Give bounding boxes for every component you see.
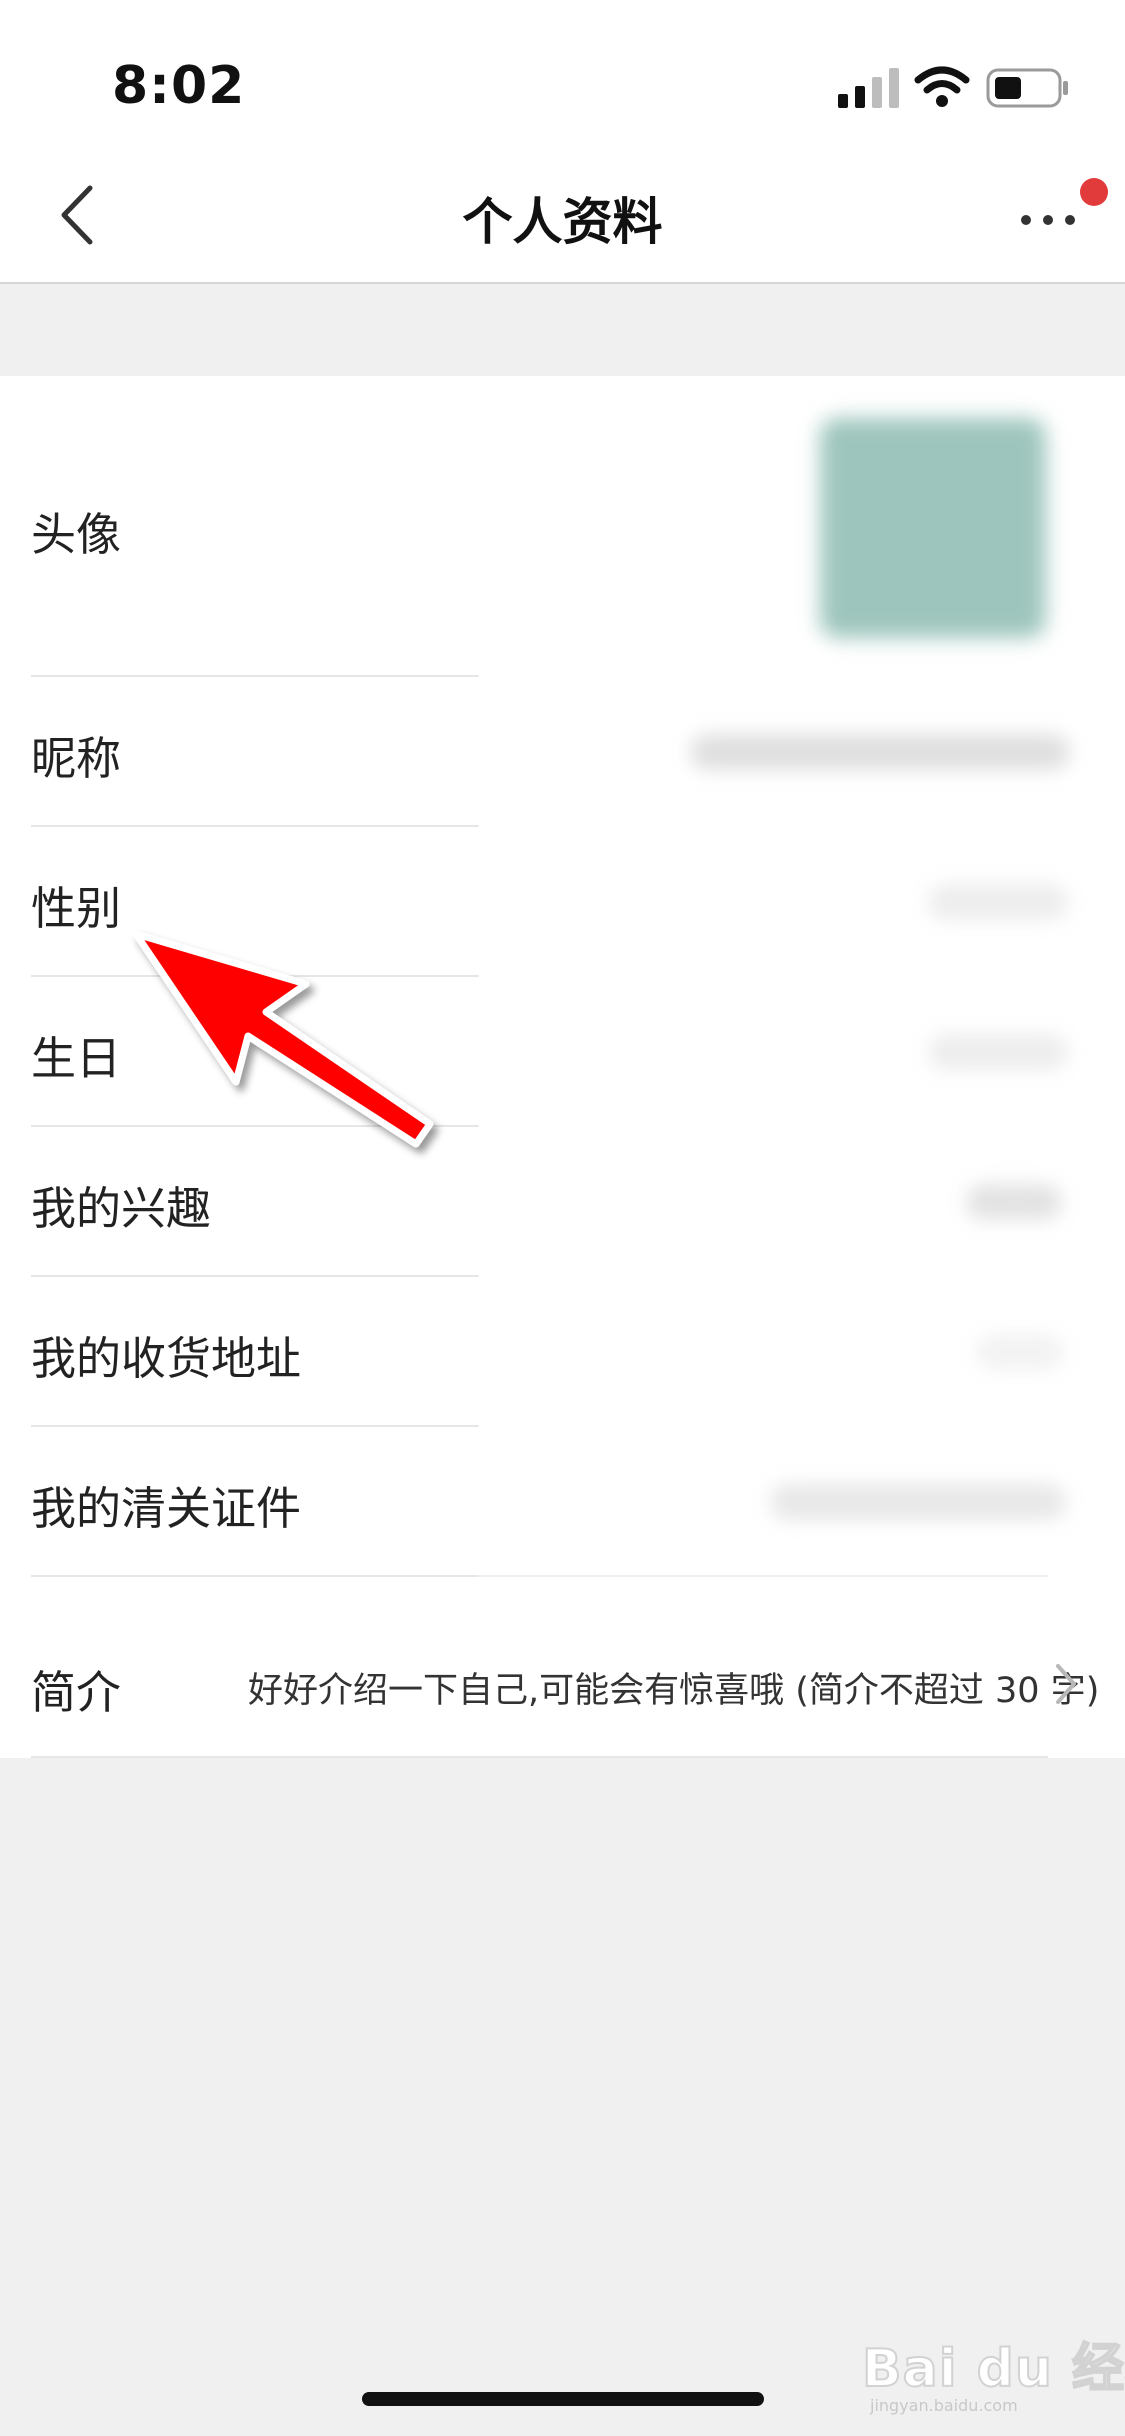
row-label-nickname: 昵称 xyxy=(31,732,122,785)
row-label-intro: 简介 xyxy=(31,1666,122,1719)
home-indicator[interactable] xyxy=(362,2392,764,2406)
wifi-icon xyxy=(914,66,970,107)
row-label-customs-id: 我的清关证件 xyxy=(31,1482,302,1535)
chevron-right-icon[interactable] xyxy=(1052,1660,1080,1708)
row-label-birthday: 生日 xyxy=(31,1032,122,1085)
status-bar: 8:02 xyxy=(0,0,1125,150)
watermark-text: Bai du 经验 xyxy=(861,2338,1125,2400)
status-time: 8:02 xyxy=(112,56,246,116)
nav-bar: 个人资料 xyxy=(0,150,1125,284)
watermark-logo: Bai du 经验 xyxy=(861,2326,1125,2400)
red-arrow-icon xyxy=(132,930,434,1148)
more-dots-icon[interactable] xyxy=(1018,200,1090,240)
battery-icon xyxy=(986,68,1068,108)
cellular-signal-icon xyxy=(838,68,899,108)
page-title: 个人资料 xyxy=(462,193,663,251)
divider xyxy=(31,1756,1048,1758)
watermark-url: jingyan.baidu.com xyxy=(870,2396,1018,2415)
row-label-avatar: 头像 xyxy=(31,508,122,561)
row-label-gender: 性别 xyxy=(31,882,122,935)
row-intro[interactable]: 简介 好好介绍一下自己,可能会有惊喜哦 (简介不超过 30 字) xyxy=(0,1578,1125,1758)
row-label-shipping-address: 我的收货地址 xyxy=(31,1332,302,1385)
intro-value: 好好介绍一下自己,可能会有惊喜哦 (简介不超过 30 字) xyxy=(248,1671,1100,1711)
blur-overlay xyxy=(478,376,1125,1580)
notification-dot xyxy=(1080,178,1108,206)
